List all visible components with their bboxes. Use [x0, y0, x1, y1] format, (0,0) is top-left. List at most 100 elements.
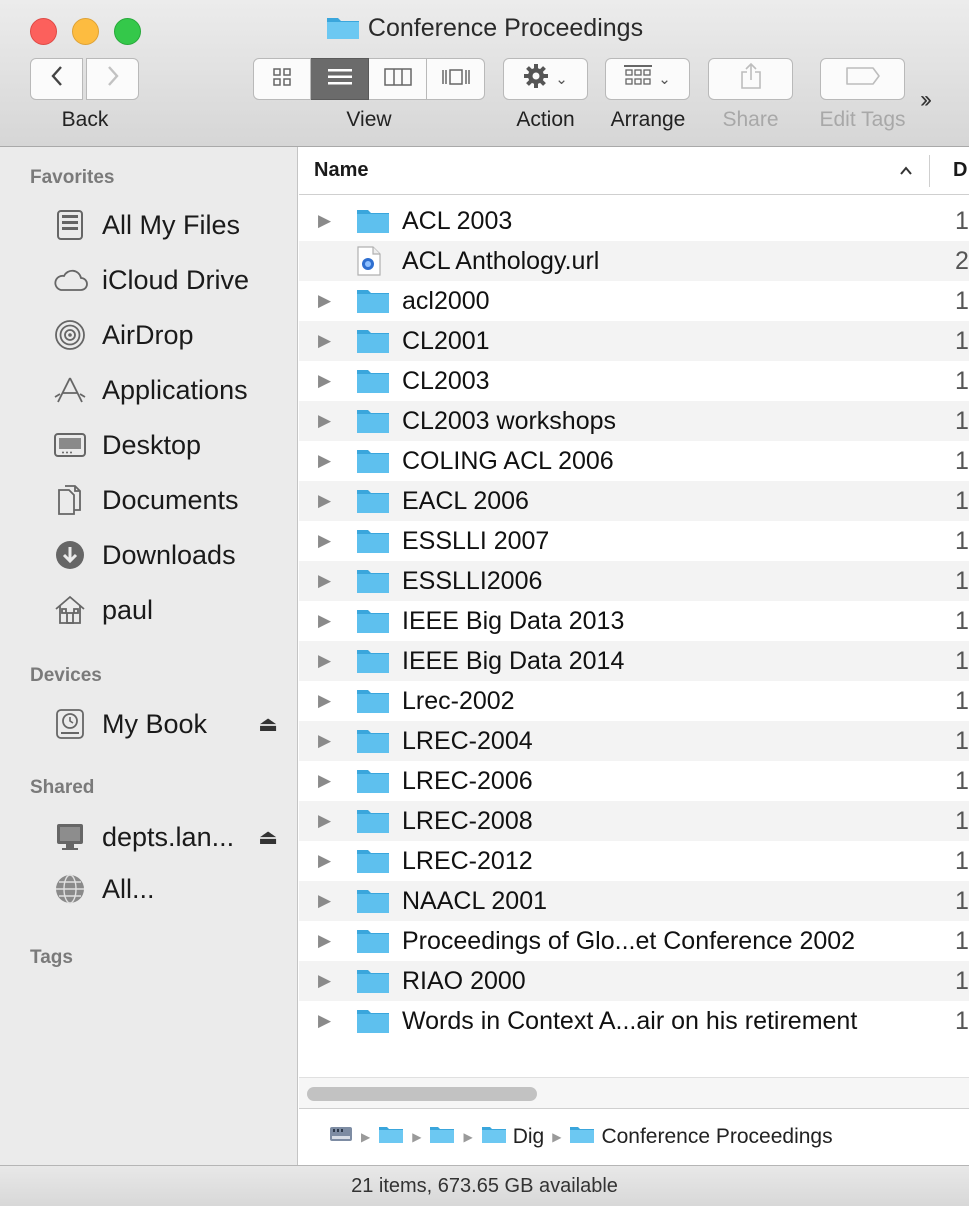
- disclosure-triangle-icon[interactable]: ▶: [318, 651, 331, 671]
- disclosure-triangle-icon[interactable]: ▶: [318, 571, 331, 591]
- table-row[interactable]: ▶ Words in Context A...air on his retirem…: [299, 1001, 969, 1041]
- table-row[interactable]: ▶ Proceedings of Glo...et Conference 2002…: [299, 921, 969, 961]
- share-button[interactable]: [708, 58, 793, 100]
- column-divider[interactable]: [929, 155, 930, 187]
- sidebar-item-depts-lan[interactable]: depts.lan... ⏏: [50, 817, 290, 857]
- path-segment-folder[interactable]: [378, 1124, 404, 1150]
- table-row[interactable]: ▶ COLING ACL 2006 1: [299, 441, 969, 481]
- path-segment-dig[interactable]: Dig: [481, 1124, 544, 1150]
- horizontal-scrollbar[interactable]: [299, 1077, 969, 1108]
- table-row[interactable]: ▶ NAACL 2001 1: [299, 881, 969, 921]
- eject-icon[interactable]: ⏏: [258, 825, 278, 850]
- tag-icon: [845, 66, 881, 92]
- folder-icon: [481, 1124, 507, 1150]
- list-view-button[interactable]: [311, 58, 369, 100]
- sidebar-item-airdrop[interactable]: AirDrop: [50, 315, 290, 355]
- network-globe-icon: [50, 873, 90, 905]
- sidebar-item-label: All My Files: [102, 209, 241, 240]
- icon-view-button[interactable]: [253, 58, 311, 100]
- table-row[interactable]: ▶ LREC-2012 1: [299, 841, 969, 881]
- display-icon: [50, 821, 90, 853]
- table-row[interactable]: ▶ IEEE Big Data 2013 1: [299, 601, 969, 641]
- folder-icon: [356, 926, 390, 961]
- folder-icon: [569, 1124, 595, 1150]
- forward-button[interactable]: [86, 58, 139, 100]
- disclosure-triangle-icon[interactable]: ▶: [318, 371, 331, 391]
- action-button[interactable]: ⌄: [503, 58, 588, 100]
- folder-icon: [356, 966, 390, 1001]
- table-row[interactable]: ▶ Lrec-2002 1: [299, 681, 969, 721]
- table-row[interactable]: ▶ EACL 2006 1: [299, 481, 969, 521]
- toolbar-overflow-chevron-icon[interactable]: ››: [920, 86, 932, 114]
- eject-icon[interactable]: ⏏: [258, 712, 278, 737]
- disclosure-triangle-icon[interactable]: ▶: [318, 491, 331, 511]
- file-name: ACL Anthology.url: [402, 247, 600, 275]
- path-segment-current[interactable]: Conference Proceedings: [569, 1124, 833, 1150]
- column-view-button[interactable]: [369, 58, 427, 100]
- sidebar-item-applications[interactable]: Applications: [50, 370, 290, 410]
- edit-tags-label: Edit Tags: [819, 108, 906, 131]
- path-segment-label: Conference Proceedings: [601, 1125, 833, 1148]
- file-name: LREC-2012: [402, 847, 533, 875]
- table-row[interactable]: ▶ LREC-2008 1: [299, 801, 969, 841]
- disclosure-triangle-icon[interactable]: ▶: [318, 291, 331, 311]
- path-segment-folder[interactable]: [429, 1124, 455, 1150]
- scrollbar-thumb[interactable]: [307, 1087, 537, 1101]
- folder-icon: [356, 366, 390, 401]
- disclosure-triangle-icon[interactable]: ▶: [318, 971, 331, 991]
- sidebar-item-label: Documents: [102, 484, 239, 515]
- file-name: CL2003: [402, 367, 490, 395]
- table-row[interactable]: ▶ RIAO 2000 1: [299, 961, 969, 1001]
- sidebar-item-downloads[interactable]: Downloads: [50, 535, 290, 575]
- disclosure-triangle-icon[interactable]: ▶: [318, 931, 331, 951]
- table-row[interactable]: ▶ ESSLLI 2007 1: [299, 521, 969, 561]
- table-row[interactable]: ACL Anthology.url 2: [299, 241, 969, 281]
- disclosure-triangle-icon[interactable]: ▶: [318, 451, 331, 471]
- table-row[interactable]: ▶ ESSLLI2006 1: [299, 561, 969, 601]
- arrange-button[interactable]: ⌄: [605, 58, 690, 100]
- edit-tags-button[interactable]: [820, 58, 905, 100]
- disclosure-triangle-icon[interactable]: ▶: [318, 691, 331, 711]
- table-row[interactable]: ▶ CL2003 workshops 1: [299, 401, 969, 441]
- table-row[interactable]: ▶ ACL 2003 1: [299, 201, 969, 241]
- sidebar-item-all-my-files[interactable]: All My Files: [50, 205, 290, 245]
- table-row[interactable]: ▶ CL2003 1: [299, 361, 969, 401]
- disclosure-triangle-icon[interactable]: ▶: [318, 611, 331, 631]
- disclosure-triangle-icon[interactable]: ▶: [318, 851, 331, 871]
- all-my-files-icon: [50, 209, 90, 241]
- sidebar-item-paul[interactable]: paul: [50, 590, 290, 630]
- table-row[interactable]: ▶ LREC-2006 1: [299, 761, 969, 801]
- date-modified: 1: [955, 287, 969, 315]
- disclosure-triangle-icon[interactable]: ▶: [318, 811, 331, 831]
- date-modified: 1: [955, 727, 969, 755]
- disclosure-triangle-icon[interactable]: ▶: [318, 1011, 331, 1031]
- table-row[interactable]: ▶ acl2000 1: [299, 281, 969, 321]
- folder-icon: [356, 606, 390, 641]
- table-row[interactable]: ▶ CL2001 1: [299, 321, 969, 361]
- disclosure-triangle-icon[interactable]: ▶: [318, 731, 331, 751]
- chevron-down-icon: ⌄: [658, 71, 671, 88]
- table-row[interactable]: ▶ IEEE Big Data 2014 1: [299, 641, 969, 681]
- disclosure-triangle-icon[interactable]: ▶: [318, 891, 331, 911]
- folder-icon: [356, 286, 390, 321]
- sidebar-item-all-shared[interactable]: All...: [50, 869, 290, 909]
- sidebar-item-my-book[interactable]: My Book ⏏: [50, 704, 290, 744]
- disclosure-triangle-icon[interactable]: ▶: [318, 531, 331, 551]
- back-label: Back: [61, 108, 109, 131]
- table-row[interactable]: ▶ LREC-2004 1: [299, 721, 969, 761]
- sidebar-item-icloud-drive[interactable]: iCloud Drive: [50, 260, 290, 300]
- path-segment-drive[interactable]: [329, 1124, 353, 1150]
- sidebar-item-documents[interactable]: Documents: [50, 480, 290, 520]
- sidebar-item-desktop[interactable]: Desktop: [50, 425, 290, 465]
- folder-icon: [326, 14, 360, 47]
- date-column-header[interactable]: D: [953, 159, 967, 182]
- file-name: RIAO 2000: [402, 967, 526, 995]
- cover-flow-view-button[interactable]: [427, 58, 485, 100]
- path-separator-icon: ▶: [361, 1130, 371, 1144]
- disclosure-triangle-icon[interactable]: ▶: [318, 411, 331, 431]
- disclosure-triangle-icon[interactable]: ▶: [318, 771, 331, 791]
- back-button[interactable]: [30, 58, 83, 100]
- name-column-header[interactable]: Name: [314, 159, 368, 182]
- disclosure-triangle-icon[interactable]: ▶: [318, 331, 331, 351]
- disclosure-triangle-icon[interactable]: ▶: [318, 211, 331, 231]
